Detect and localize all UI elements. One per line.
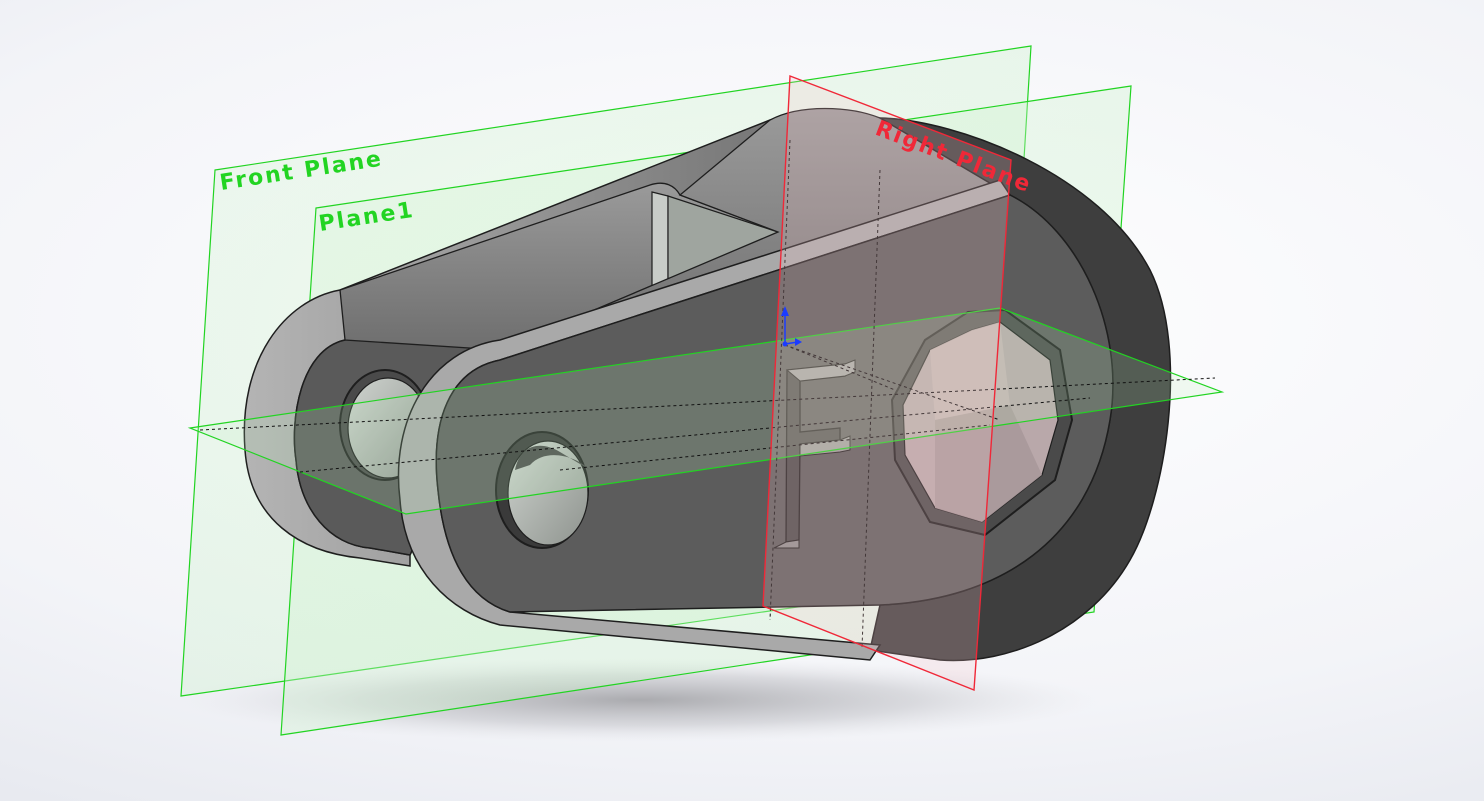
slot-inner-wall — [651, 191, 669, 287]
graphics-viewport[interactable]: Front Plane Plane1 Right Plane — [0, 0, 1484, 801]
